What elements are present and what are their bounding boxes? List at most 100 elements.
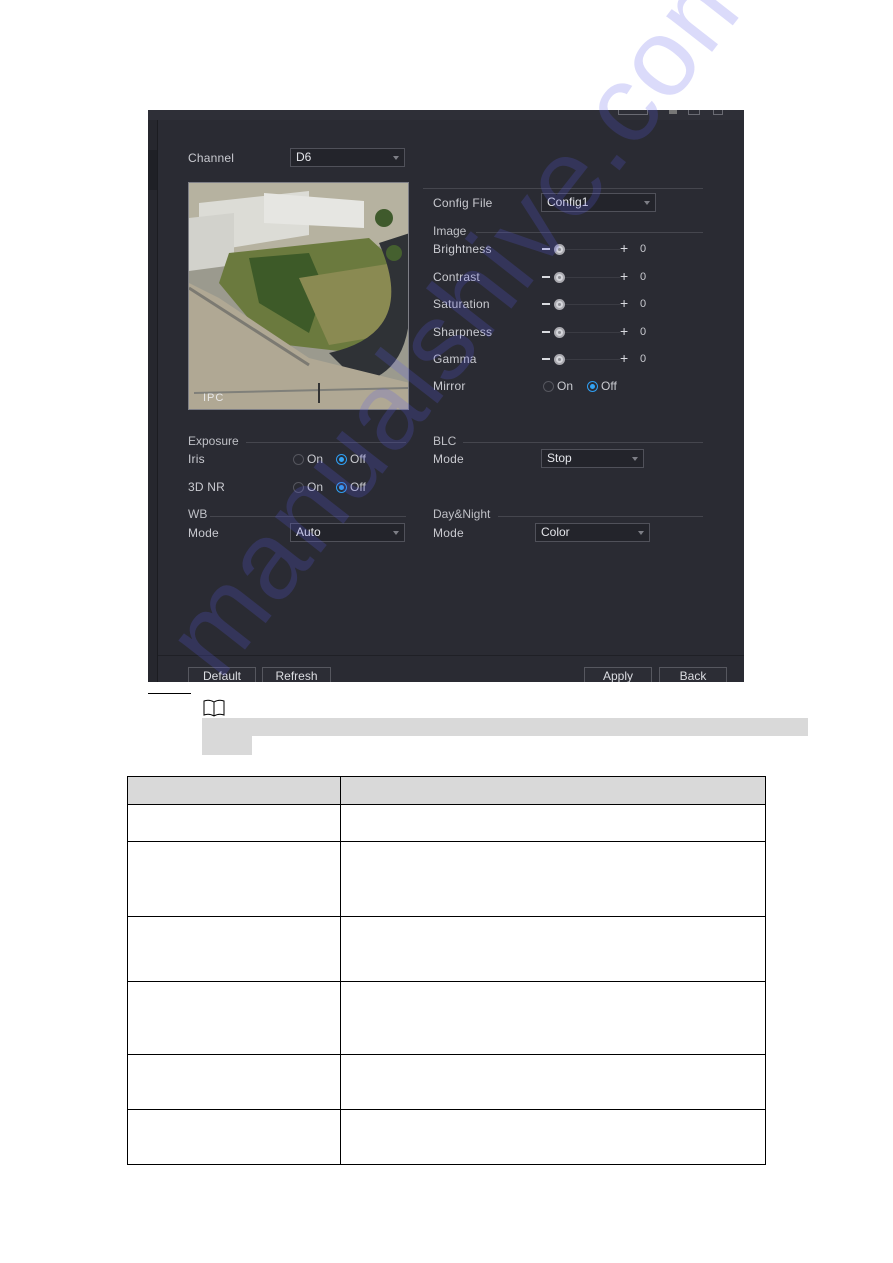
wb-mode-value: Auto [296, 525, 321, 539]
book-icon [203, 699, 225, 717]
slider-thumb[interactable] [554, 354, 565, 365]
wb-section-title: WB [188, 507, 208, 521]
divider [210, 516, 406, 517]
table-cell [127, 1109, 341, 1165]
chevron-down-icon [644, 201, 650, 205]
gamma-slider[interactable]: +0 [542, 351, 654, 366]
table-row [127, 804, 766, 842]
preview-image [189, 183, 408, 409]
wb-mode-select[interactable]: Auto [290, 523, 405, 542]
close-icon[interactable] [713, 110, 723, 115]
blc-mode-label: Mode [433, 452, 464, 466]
channel-select[interactable]: D6 [290, 148, 405, 167]
channel-value: D6 [296, 150, 312, 164]
topbar-icon[interactable] [669, 110, 677, 114]
slider-track[interactable] [558, 277, 620, 278]
brightness-value: 0 [640, 243, 647, 255]
default-button[interactable]: Default [188, 667, 256, 682]
day-night-mode-select[interactable]: Color [535, 523, 650, 542]
mirror-off-radio[interactable]: Off [587, 379, 617, 393]
saturation-value: 0 [640, 298, 647, 310]
blc-mode-select[interactable]: Stop [541, 449, 644, 468]
preview-overlay-label: IPC [203, 392, 225, 404]
chevron-down-icon [393, 531, 399, 535]
divider [476, 232, 703, 233]
slider-thumb[interactable] [554, 327, 565, 338]
brightness-slider[interactable]: +0 [542, 241, 654, 256]
3dnr-on-radio[interactable]: On [293, 480, 323, 494]
radio-unchecked-icon [293, 453, 304, 465]
topbar-control[interactable] [618, 110, 648, 115]
radio-checked-icon [587, 380, 598, 392]
note-rule [148, 693, 191, 694]
sharpness-value: 0 [640, 326, 647, 338]
config-file-select[interactable]: Config1 [541, 193, 656, 212]
radio-label: Off [350, 480, 366, 494]
brightness-label: Brightness [433, 242, 492, 256]
saturation-label: Saturation [433, 297, 490, 311]
radio-label: On [557, 379, 574, 393]
back-button[interactable]: Back [659, 667, 727, 682]
table-row [127, 916, 766, 982]
table-row [127, 981, 766, 1055]
collapse-handle[interactable] [148, 150, 157, 190]
radio-unchecked-icon [293, 481, 304, 493]
slider-track[interactable] [558, 304, 620, 305]
table-cell [127, 841, 341, 917]
sharpness-slider[interactable]: +0 [542, 324, 654, 339]
slider-track[interactable] [558, 359, 620, 360]
refresh-button[interactable]: Refresh [262, 667, 331, 682]
wb-mode-label: Mode [188, 526, 219, 540]
parameter-table [127, 776, 766, 1165]
day-night-section-title: Day&Night [433, 507, 491, 521]
table-cell [127, 804, 341, 842]
table-row [127, 1054, 766, 1110]
apply-button[interactable]: Apply [584, 667, 652, 682]
increase-icon[interactable]: + [620, 241, 628, 255]
slider-thumb[interactable] [554, 244, 565, 255]
iris-on-radio[interactable]: On [293, 452, 323, 466]
note-text-block-end [202, 736, 252, 755]
table-header-cell [127, 776, 341, 805]
contrast-slider[interactable]: +0 [542, 269, 654, 284]
table-cell [127, 1054, 341, 1110]
table-cell [340, 1109, 766, 1165]
config-file-value: Config1 [547, 195, 589, 209]
table-cell [340, 916, 766, 982]
increase-icon[interactable]: + [620, 269, 628, 283]
increase-icon[interactable]: + [620, 324, 628, 338]
chevron-down-icon [638, 531, 644, 535]
slider-track[interactable] [558, 249, 620, 250]
side-collapse-strip [148, 120, 158, 682]
table-cell [127, 981, 341, 1055]
table-header-row [127, 776, 766, 805]
decrease-icon[interactable] [542, 303, 550, 305]
decrease-icon[interactable] [542, 276, 550, 278]
slider-thumb[interactable] [554, 299, 565, 310]
radio-unchecked-icon [543, 380, 554, 392]
channel-label: Channel [188, 151, 235, 165]
mirror-on-radio[interactable]: On [543, 379, 573, 393]
slider-track[interactable] [558, 332, 620, 333]
mirror-label: Mirror [433, 379, 466, 393]
radio-label: Off [350, 452, 366, 466]
iris-off-radio[interactable]: Off [336, 452, 366, 466]
decrease-icon[interactable] [542, 248, 550, 250]
increase-icon[interactable]: + [620, 351, 628, 365]
radio-label: Off [601, 379, 617, 393]
increase-icon[interactable]: + [620, 296, 628, 310]
table-row [127, 1109, 766, 1165]
topbar-icon[interactable] [688, 110, 700, 115]
table-header-cell [340, 776, 766, 805]
top-bar [148, 110, 744, 120]
decrease-icon[interactable] [542, 358, 550, 360]
3dnr-off-radio[interactable]: Off [336, 480, 366, 494]
blc-mode-value: Stop [547, 451, 572, 465]
chevron-down-icon [632, 457, 638, 461]
decrease-icon[interactable] [542, 331, 550, 333]
contrast-label: Contrast [433, 270, 480, 284]
gamma-value: 0 [640, 353, 647, 365]
saturation-slider[interactable]: +0 [542, 296, 654, 311]
table-cell [340, 804, 766, 842]
slider-thumb[interactable] [554, 272, 565, 283]
